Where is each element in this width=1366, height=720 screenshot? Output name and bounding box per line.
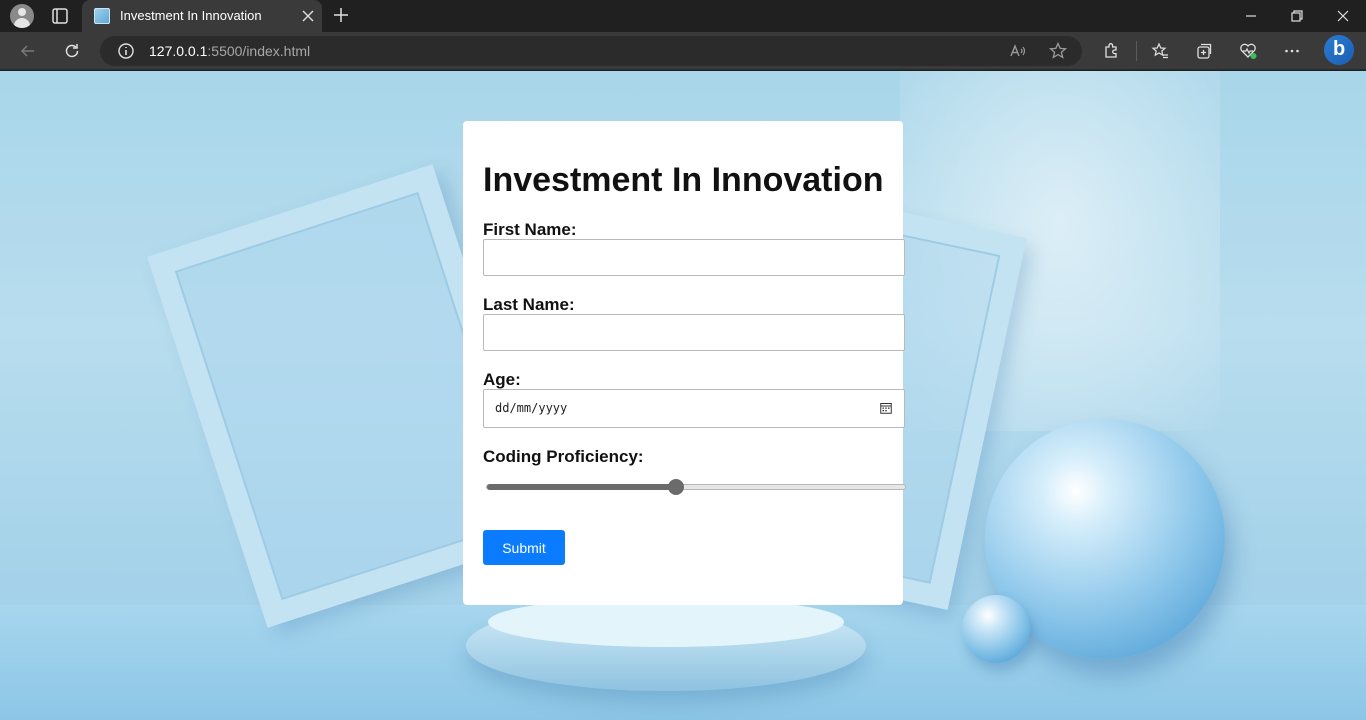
back-arrow-icon[interactable]	[18, 41, 38, 61]
submit-button[interactable]: Submit	[483, 530, 565, 565]
calendar-icon[interactable]	[880, 402, 892, 414]
close-window-icon[interactable]	[1333, 6, 1353, 26]
address-bar[interactable]: 127.0.0.1:5500/index.html	[100, 36, 1082, 66]
restore-icon[interactable]	[1287, 6, 1307, 26]
last-name-input[interactable]	[483, 314, 905, 351]
url-text: 127.0.0.1:5500/index.html	[149, 43, 310, 59]
bing-chat-icon[interactable]: b	[1324, 35, 1354, 65]
tab-active[interactable]: Investment In Innovation	[82, 0, 322, 32]
date-placeholder: dd/mm/yyyy	[495, 401, 568, 415]
site-info-icon[interactable]	[116, 41, 136, 61]
refresh-icon[interactable]	[62, 41, 82, 61]
minimize-icon[interactable]	[1241, 6, 1261, 26]
page-viewport: Investment In Innovation First Name: Las…	[0, 71, 1366, 720]
investment-form: Investment In Innovation First Name: Las…	[463, 121, 906, 605]
last-name-label: Last Name:	[483, 295, 575, 314]
toolbar-separator	[1136, 41, 1137, 61]
form-title: Investment In Innovation	[483, 161, 884, 199]
more-options-icon[interactable]	[1282, 41, 1302, 61]
slider-thumb[interactable]	[667, 479, 684, 495]
tab-title: Investment In Innovation	[120, 8, 262, 23]
first-name-label: First Name:	[483, 220, 577, 239]
extensions-icon[interactable]	[1101, 41, 1121, 61]
url-path: :5500/index.html	[207, 43, 311, 59]
coding-proficiency-slider[interactable]	[486, 484, 906, 490]
profile-avatar-icon[interactable]	[10, 4, 34, 28]
first-name-input[interactable]	[483, 239, 905, 276]
browser-tab-strip: Investment In Innovation	[0, 0, 1366, 32]
favorites-icon[interactable]	[1150, 41, 1170, 61]
browser-toolbar: 127.0.0.1:5500/index.html b	[0, 32, 1366, 70]
read-aloud-icon[interactable]	[1008, 41, 1028, 61]
favorite-star-icon[interactable]	[1048, 41, 1068, 61]
page-favicon-icon	[94, 8, 110, 24]
age-date-input[interactable]: dd/mm/yyyy	[483, 389, 905, 428]
background-sphere-small	[962, 595, 1030, 663]
new-tab-icon[interactable]	[332, 6, 350, 24]
tab-actions-icon[interactable]	[48, 4, 72, 28]
coding-proficiency-label: Coding Proficiency:	[483, 447, 644, 466]
bing-logo-icon: b	[1333, 38, 1346, 60]
close-tab-icon[interactable]	[300, 8, 316, 24]
slider-fill	[487, 484, 677, 490]
collections-icon[interactable]	[1194, 41, 1214, 61]
url-host: 127.0.0.1	[149, 43, 208, 59]
browser-essentials-icon[interactable]	[1238, 41, 1258, 61]
age-label: Age:	[483, 370, 521, 389]
